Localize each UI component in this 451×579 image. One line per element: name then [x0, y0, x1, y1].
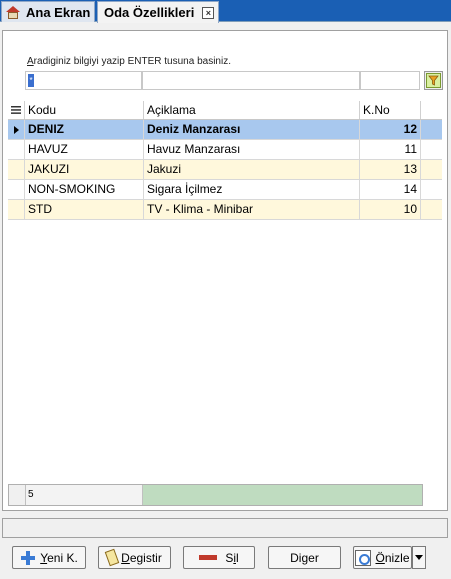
tab-oda-ozellikleri[interactable]: Oda Özellikleri ×	[97, 1, 219, 23]
status-bar	[2, 518, 448, 538]
preview-dropdown-button[interactable]	[412, 546, 426, 569]
cell-desc[interactable]: Havuz Manzarası	[144, 140, 360, 159]
tab-ana-ekran[interactable]: Ana Ekran	[1, 1, 95, 22]
footer-summary	[143, 485, 422, 505]
grid-header: Kodu Açiklama K.No	[8, 101, 442, 120]
cell-code[interactable]: DENIZ	[25, 120, 144, 139]
table-row[interactable]: HAVUZ Havuz Manzarası 11	[8, 140, 442, 160]
hint-text: radiginiz bilgiyi yazip ENTER tusuna bas…	[33, 56, 231, 67]
table-row[interactable]: JAKUZI Jakuzi 13	[8, 160, 442, 180]
pencil-icon	[104, 548, 120, 567]
filter-no-input[interactable]	[360, 71, 420, 90]
edit-button[interactable]: Degistir	[98, 546, 171, 569]
row-indicator	[8, 180, 25, 199]
tab-label: Ana Ekran	[26, 4, 91, 20]
filter-button[interactable]	[424, 71, 443, 90]
button-bar: Yeni K. Degistir Sil Diger Önizle	[0, 546, 451, 572]
row-indicator	[8, 200, 25, 219]
close-tab-icon[interactable]: ×	[202, 6, 215, 19]
cell-no[interactable]: 11	[360, 140, 421, 159]
row-indicator	[8, 140, 25, 159]
preview-button[interactable]: Önizle	[353, 546, 412, 569]
cell-no[interactable]: 14	[360, 180, 421, 199]
cell-desc[interactable]: Sigara İçilmez	[144, 180, 360, 199]
grid-footer: 5	[8, 484, 423, 506]
cell-desc[interactable]: Deniz Manzarası	[144, 120, 360, 139]
column-header-no[interactable]: K.No	[360, 101, 421, 119]
edit-button-label: Degistir	[121, 550, 162, 565]
minus-icon	[199, 555, 218, 560]
delete-button[interactable]: Sil	[183, 546, 255, 569]
row-indicator	[8, 120, 25, 139]
row-indicator	[8, 160, 25, 179]
new-button[interactable]: Yeni K.	[12, 546, 86, 569]
filter-desc-input[interactable]	[142, 71, 360, 90]
record-count: 5	[26, 485, 143, 505]
hint-mnemonic: A	[27, 56, 34, 67]
cell-code[interactable]: NON-SMOKING	[25, 180, 144, 199]
funnel-icon	[426, 73, 441, 88]
tab-label: Oda Özellikleri	[104, 5, 195, 20]
cell-desc[interactable]: Jakuzi	[144, 160, 360, 179]
other-button[interactable]: Diger	[268, 546, 341, 569]
cell-no[interactable]: 13	[360, 160, 421, 179]
home-icon	[6, 5, 20, 19]
table-row[interactable]: DENIZ Deniz Manzarası 12	[8, 120, 442, 140]
cell-code[interactable]: HAVUZ	[25, 140, 144, 159]
data-grid: Kodu Açiklama K.No DENIZ Deniz Manzarası…	[8, 101, 442, 220]
main-panel: Aradiginiz bilgiyi yazip ENTER tusuna ba…	[2, 30, 448, 511]
cell-code[interactable]: JAKUZI	[25, 160, 144, 179]
cell-no[interactable]: 12	[360, 120, 421, 139]
column-header-desc[interactable]: Açiklama	[144, 101, 360, 119]
tab-strip: Ana Ekran Oda Özellikleri ×	[0, 0, 451, 23]
filter-code-input[interactable]: *	[25, 71, 142, 90]
column-chooser-icon[interactable]	[8, 101, 25, 119]
table-row[interactable]: NON-SMOKING Sigara İçilmez 14	[8, 180, 442, 200]
other-button-label: Diger	[290, 550, 319, 565]
preview-button-label: Önizle	[375, 550, 410, 565]
filter-row: *	[25, 71, 420, 90]
cell-code[interactable]: STD	[25, 200, 144, 219]
chevron-down-icon	[415, 555, 423, 560]
footer-indicator	[9, 485, 26, 505]
new-button-label: Yeni K.	[40, 550, 78, 565]
cell-desc[interactable]: TV - Klima - Minibar	[144, 200, 360, 219]
table-row[interactable]: STD TV - Klima - Minibar 10	[8, 200, 442, 220]
column-header-code[interactable]: Kodu	[25, 101, 144, 119]
row-pointer-icon	[13, 125, 19, 134]
cell-no[interactable]: 10	[360, 200, 421, 219]
search-hint: Aradiginiz bilgiyi yazip ENTER tusuna ba…	[27, 56, 231, 67]
filter-caret: *	[28, 74, 34, 87]
magnifier-icon	[355, 549, 372, 566]
plus-icon	[20, 550, 36, 566]
delete-button-label: Sil	[225, 550, 239, 565]
